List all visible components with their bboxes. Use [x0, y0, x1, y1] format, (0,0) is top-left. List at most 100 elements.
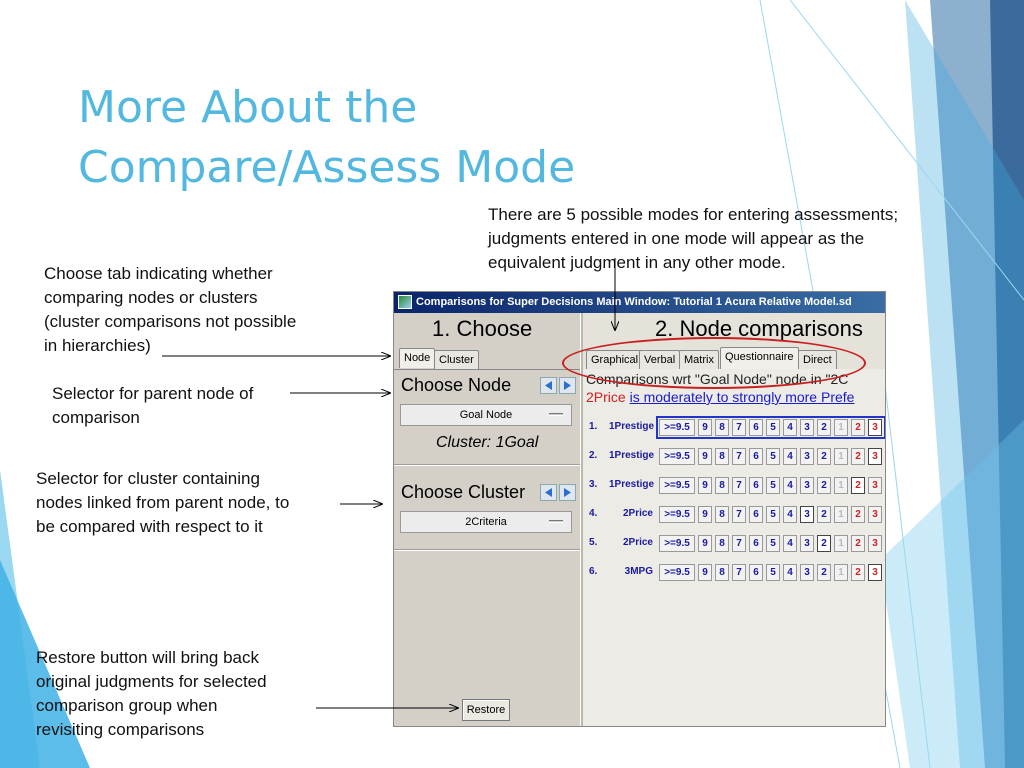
choose-cluster-label: Choose Cluster: [401, 482, 526, 502]
scale-cell[interactable]: 2: [817, 448, 831, 465]
tab-cluster[interactable]: Cluster: [434, 350, 479, 370]
scale-cell[interactable]: 5: [766, 564, 780, 581]
scale-cell[interactable]: 2: [817, 535, 831, 552]
note-restore-line: revisiting comparisons: [36, 720, 205, 739]
scale-cell[interactable]: 1: [834, 564, 848, 581]
scale-cell[interactable]: 8: [715, 506, 729, 523]
scale-cell[interactable]: >=9.5: [659, 535, 695, 552]
note-restore-line: comparison group when: [36, 696, 218, 715]
parent-node-value: Goal Node: [459, 409, 513, 421]
scale-cell[interactable]: 4: [783, 564, 797, 581]
prev-cluster-button[interactable]: [540, 484, 557, 501]
scale-cell[interactable]: 2: [851, 477, 865, 494]
scale-cell[interactable]: >=9.5: [659, 506, 695, 523]
cluster-select[interactable]: 2Criteria: [400, 511, 572, 533]
title-line-1: More About the: [78, 82, 418, 133]
tab-baseline: [394, 369, 580, 370]
scale-cell[interactable]: 3: [868, 535, 882, 552]
scale-cell[interactable]: 8: [715, 477, 729, 494]
scale-cell[interactable]: 2: [817, 506, 831, 523]
app-icon: [398, 295, 412, 309]
scale-cell[interactable]: 9: [698, 448, 712, 465]
scale-cell[interactable]: 7: [732, 535, 746, 552]
scale-cell[interactable]: 4: [783, 477, 797, 494]
row-node-label: 2Price: [622, 537, 653, 548]
scale-cell[interactable]: 3: [868, 477, 882, 494]
scale-cell[interactable]: 9: [698, 506, 712, 523]
questionnaire-panel: Comparisons wrt "Goal Node" node in "2C …: [583, 369, 885, 726]
dropdown-icon: [549, 413, 563, 416]
cluster-info: Cluster: 1Goal: [436, 434, 539, 451]
title-line-2: Compare/Assess Mode: [78, 142, 576, 193]
restore-button[interactable]: Restore: [462, 699, 510, 721]
scale-cell[interactable]: 9: [698, 477, 712, 494]
row-number: 4.: [589, 508, 598, 519]
scale-cell[interactable]: 4: [783, 448, 797, 465]
scale-cell[interactable]: 2: [851, 448, 865, 465]
note-parent-line: Selector for parent node of: [52, 384, 254, 403]
scale-cell[interactable]: 8: [715, 448, 729, 465]
note-tab-line: (cluster comparisons not possible: [44, 312, 297, 331]
scale-cell[interactable]: 6: [749, 506, 763, 523]
scale-cell[interactable]: 7: [732, 506, 746, 523]
scale-cell[interactable]: 1: [834, 477, 848, 494]
scale-cell[interactable]: 5: [766, 448, 780, 465]
row-number: 6.: [589, 566, 598, 577]
scale-cell[interactable]: 6: [749, 535, 763, 552]
scale-cell[interactable]: 7: [732, 477, 746, 494]
row-number: 5.: [589, 537, 598, 548]
scale-cell[interactable]: 6: [749, 448, 763, 465]
scale-cell[interactable]: 1: [834, 506, 848, 523]
scale-cell[interactable]: 8: [715, 564, 729, 581]
scale-cell[interactable]: 4: [783, 535, 797, 552]
row-number: 2.: [589, 450, 598, 461]
scale-cell[interactable]: 6: [749, 564, 763, 581]
scale-cell[interactable]: 2: [851, 564, 865, 581]
choose-header: 1. Choose: [432, 316, 533, 341]
left-divider: [394, 464, 580, 466]
scale-cell[interactable]: 3: [800, 564, 814, 581]
scale-cell[interactable]: 2: [817, 564, 831, 581]
scale-cell[interactable]: 7: [732, 564, 746, 581]
prev-node-button[interactable]: [540, 377, 557, 394]
scale-cell[interactable]: 7: [732, 448, 746, 465]
tab-node[interactable]: Node: [399, 348, 436, 368]
node-nav-arrows: [540, 377, 578, 395]
scale-cell[interactable]: 3: [868, 448, 882, 465]
note-tab-line: in hierarchies): [44, 336, 151, 355]
scale-cell[interactable]: 2: [817, 477, 831, 494]
next-node-button[interactable]: [559, 377, 576, 394]
scale-cell[interactable]: 9: [698, 564, 712, 581]
choose-node-label: Choose Node: [401, 375, 512, 395]
row-number: 3.: [589, 479, 598, 490]
parent-node-select[interactable]: Goal Node: [400, 404, 572, 426]
scale-cell[interactable]: 1: [834, 535, 848, 552]
note-cluster-line: nodes linked from parent node, to: [36, 493, 290, 512]
row-node-label: 2Price: [622, 508, 653, 519]
scale-cell[interactable]: 3: [868, 564, 882, 581]
scale-cell[interactable]: 1: [834, 448, 848, 465]
scale-cell[interactable]: 9: [698, 535, 712, 552]
next-cluster-button[interactable]: [559, 484, 576, 501]
scale-cell[interactable]: 3: [800, 535, 814, 552]
note-parent: Selector for parent node of comparison: [52, 382, 302, 430]
scale-cell[interactable]: >=9.5: [659, 564, 695, 581]
scale-cell[interactable]: 4: [783, 506, 797, 523]
scale-cell[interactable]: 5: [766, 506, 780, 523]
mode-tabs-highlight: [562, 337, 866, 389]
scale-cell[interactable]: 8: [715, 535, 729, 552]
scale-cell[interactable]: 5: [766, 477, 780, 494]
scale-cell[interactable]: 5: [766, 535, 780, 552]
scale-cell[interactable]: 3: [800, 448, 814, 465]
scale-cell[interactable]: 6: [749, 477, 763, 494]
note-restore-line: original judgments for selected: [36, 672, 267, 691]
scale-cell[interactable]: 2: [851, 506, 865, 523]
scale-cell[interactable]: 3: [868, 506, 882, 523]
scale-cell[interactable]: 3: [800, 506, 814, 523]
scale-cell[interactable]: 3: [800, 477, 814, 494]
scale-cell[interactable]: >=9.5: [659, 477, 695, 494]
row-number: 1.: [589, 421, 598, 432]
scale-cell[interactable]: 2: [851, 535, 865, 552]
scale-cell[interactable]: >=9.5: [659, 448, 695, 465]
note-cluster-line: be compared with respect to it: [36, 517, 263, 536]
